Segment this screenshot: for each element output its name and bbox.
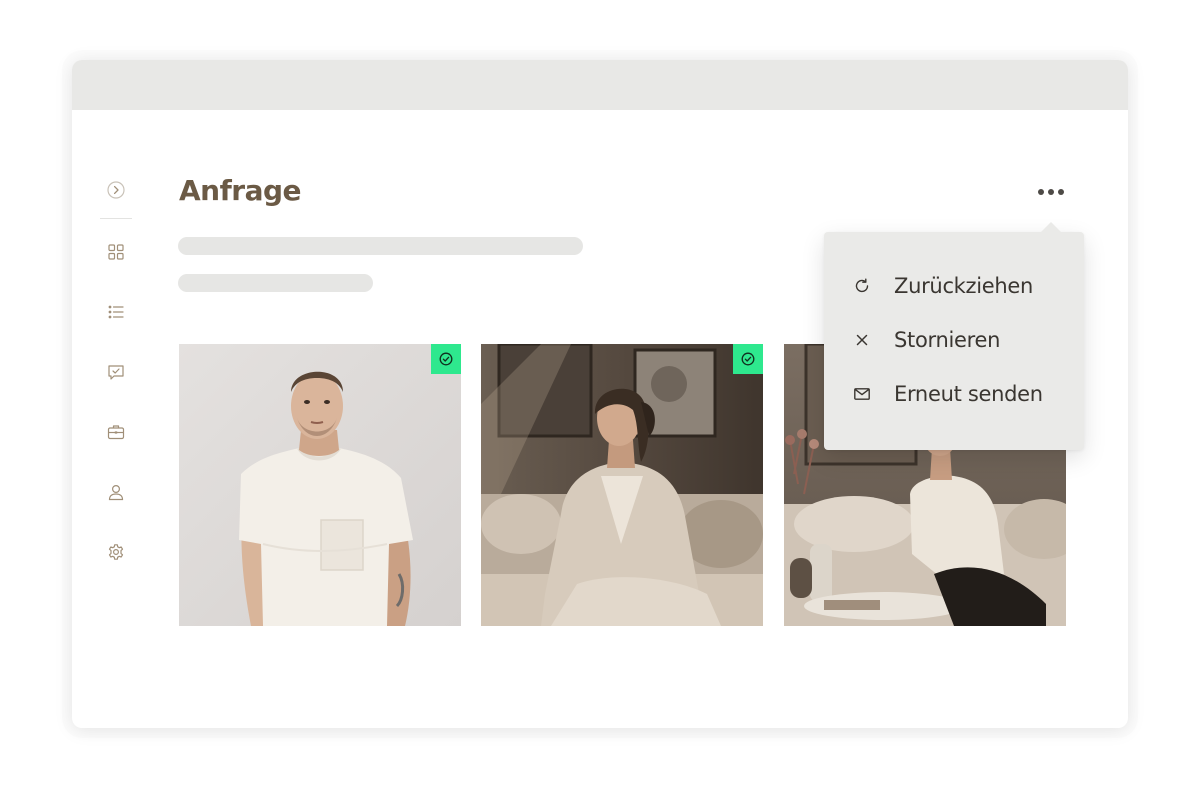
menu-caret <box>1040 222 1062 233</box>
photo-card[interactable] <box>481 344 763 626</box>
context-menu: Zurückziehen Stornieren Erneut senden <box>824 222 1084 450</box>
sidebar-item-profile[interactable] <box>100 476 132 508</box>
window-titlebar <box>72 60 1128 110</box>
close-icon <box>852 330 872 350</box>
sidebar-item-list[interactable] <box>100 296 132 328</box>
menu-item-cancel[interactable]: Stornieren <box>824 318 1084 362</box>
chevron-right-circle-icon <box>107 181 125 199</box>
sidebar-expand-button[interactable] <box>100 174 132 206</box>
skeleton-line <box>178 274 373 292</box>
user-icon <box>107 483 125 501</box>
sidebar-divider <box>100 218 132 219</box>
app-window: Anfrage Zurückziehen Stornieren Erneut s… <box>72 60 1128 728</box>
sidebar-item-messages[interactable] <box>100 356 132 388</box>
check-circle-icon <box>439 352 453 366</box>
sidebar-item-dashboard[interactable] <box>100 236 132 268</box>
message-check-icon <box>107 363 125 381</box>
check-circle-icon <box>741 352 755 366</box>
selected-badge <box>431 344 461 374</box>
more-horizontal-icon <box>1038 189 1044 195</box>
photo-card[interactable] <box>179 344 461 626</box>
menu-item-resend[interactable]: Erneut senden <box>824 372 1084 416</box>
skeleton-line <box>178 237 583 255</box>
menu-item-withdraw[interactable]: Zurückziehen <box>824 264 1084 308</box>
grid-icon <box>107 243 125 261</box>
list-icon <box>107 303 125 321</box>
mail-icon <box>852 384 872 404</box>
page-title: Anfrage <box>179 174 302 207</box>
menu-item-label: Erneut senden <box>894 382 1043 406</box>
photo-man-white-tshirt <box>179 344 461 626</box>
refresh-icon <box>852 276 872 296</box>
photo-woman-cardigan <box>481 344 763 626</box>
menu-item-label: Stornieren <box>894 328 1001 352</box>
menu-item-label: Zurückziehen <box>894 274 1034 298</box>
more-options-button[interactable] <box>1030 176 1072 208</box>
sidebar-item-settings[interactable] <box>100 536 132 568</box>
selected-badge <box>733 344 763 374</box>
briefcase-icon <box>107 423 125 441</box>
gear-icon <box>107 543 125 561</box>
sidebar-item-jobs[interactable] <box>100 416 132 448</box>
